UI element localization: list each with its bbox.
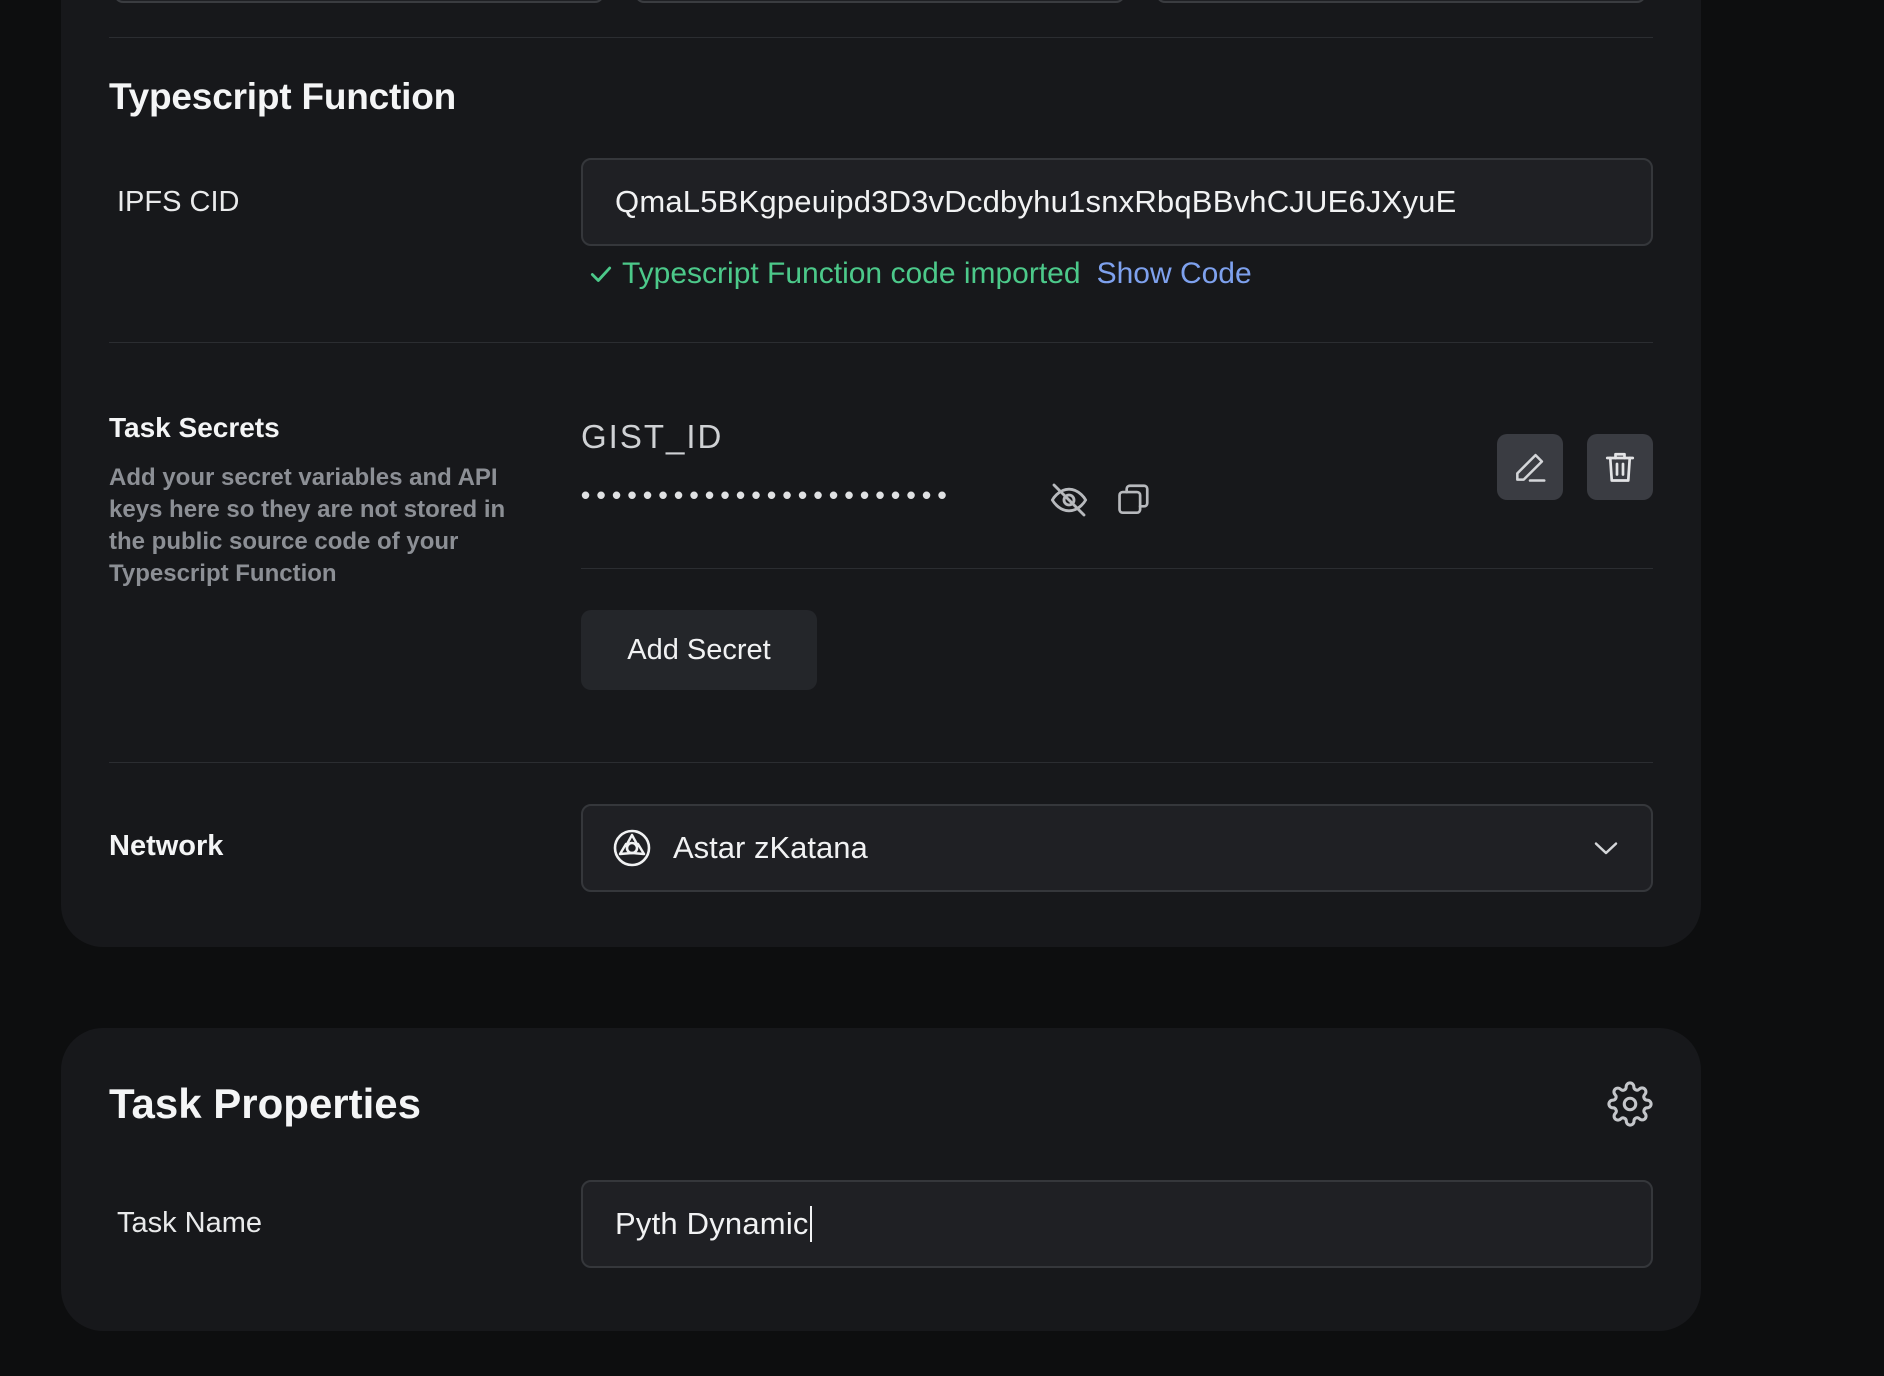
edit-secret-button[interactable] (1497, 434, 1563, 500)
divider (109, 342, 1653, 343)
top-input-1[interactable] (114, 0, 604, 3)
ipfs-cid-input[interactable]: QmaL5BKgpeuipd3D3vDcdbyhu1snxRbqBBvhCJUE… (581, 158, 1653, 246)
task-name-value: Pyth Dynamic (615, 1206, 809, 1241)
task-secrets-description: Add your secret variables and API keys h… (109, 464, 506, 587)
ipfs-cid-label: IPFS CID (117, 186, 240, 218)
show-code-link[interactable]: Show Code (1097, 257, 1252, 291)
copy-icon (1114, 481, 1152, 519)
import-status: Typescript Function code imported Show C… (588, 254, 1252, 294)
task-properties-title: Task Properties (109, 1080, 422, 1127)
text-cursor (809, 1206, 812, 1242)
import-status-ok: Typescript Function code imported (588, 257, 1081, 291)
divider (109, 762, 1653, 763)
top-input-row (114, 0, 1654, 4)
trash-icon (1602, 449, 1638, 485)
pencil-icon (1511, 448, 1549, 486)
task-name-label: Task Name (117, 1207, 263, 1239)
page: Typescript Function IPFS CID QmaL5BKgpeu… (0, 0, 1884, 1376)
network-selected-value: Astar zKatana (673, 830, 868, 865)
ipfs-cid-value: QmaL5BKgpeuipd3D3vDcdbyhu1snxRbqBBvhCJUE… (615, 184, 1457, 219)
copy-secret-button[interactable] (1111, 478, 1155, 522)
secret-masked-value: •••••••••••••••••••••••• (581, 480, 954, 510)
task-secrets-title: Task Secrets (109, 412, 280, 443)
network-label: Network (109, 830, 224, 862)
top-input-3[interactable] (1156, 0, 1646, 3)
secret-name: GIST_ID (581, 418, 724, 455)
divider (109, 37, 1653, 38)
import-status-text: Typescript Function code imported (622, 257, 1081, 290)
add-secret-button[interactable]: Add Secret (581, 610, 817, 690)
astar-logo-icon (613, 829, 651, 867)
toggle-visibility-button[interactable] (1047, 478, 1091, 522)
eye-off-icon (1049, 480, 1089, 520)
task-settings-button[interactable] (1606, 1080, 1654, 1128)
gear-icon (1607, 1081, 1653, 1127)
task-name-input[interactable]: Pyth Dynamic (581, 1180, 1653, 1268)
top-input-2[interactable] (635, 0, 1125, 3)
divider (581, 568, 1653, 569)
delete-secret-button[interactable] (1587, 434, 1653, 500)
check-icon (588, 261, 614, 287)
chevron-down-icon (1591, 833, 1621, 863)
typescript-function-title: Typescript Function (109, 76, 457, 117)
network-select[interactable]: Astar zKatana (581, 804, 1653, 892)
